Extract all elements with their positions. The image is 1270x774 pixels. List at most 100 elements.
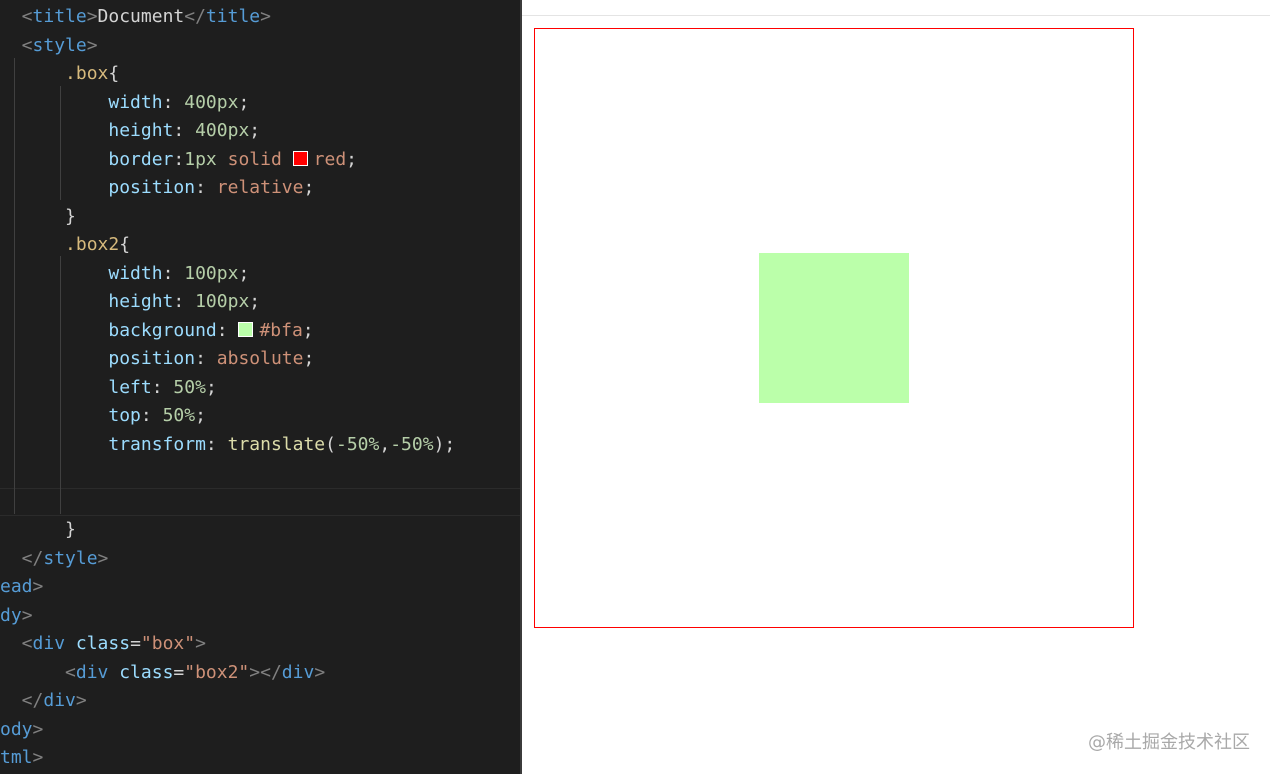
code-token: >	[32, 576, 44, 597]
code-token: Document	[97, 6, 185, 27]
code-token: 1px	[184, 148, 217, 170]
code-token: #bfa	[259, 319, 303, 341]
code-token: ></	[249, 661, 282, 683]
code-line[interactable]: tml>	[0, 744, 43, 772]
code-line[interactable]: <style>	[0, 32, 98, 60]
preview-top-bar	[522, 0, 1270, 16]
code-token: border	[108, 148, 174, 170]
code-line[interactable]: left: 50%;	[0, 374, 217, 402]
code-token: >	[195, 633, 206, 654]
code-line[interactable]: border:1px solid red;	[0, 146, 357, 174]
code-line[interactable]: <title>Document</title>	[0, 3, 271, 31]
code-token: div	[43, 690, 76, 711]
code-token: style	[43, 547, 98, 569]
code-token: ;	[302, 319, 314, 341]
code-line[interactable]: top: 50%;	[0, 402, 206, 430]
code-token: =	[130, 633, 141, 654]
code-token: ;	[249, 120, 261, 141]
code-token: div	[32, 633, 66, 654]
code-token: width	[108, 262, 163, 284]
code-token: :	[173, 120, 196, 141]
code-token: background	[108, 319, 217, 341]
code-token: >	[97, 547, 109, 569]
code-token: :	[205, 433, 228, 455]
code-line[interactable]: </div>	[0, 687, 87, 715]
code-token: }	[65, 519, 76, 540]
code-line[interactable]: <div class="box2"></div>	[0, 659, 325, 687]
box2-element	[759, 253, 909, 403]
code-token: position	[108, 177, 196, 198]
code-token: :	[173, 291, 196, 312]
code-token: left	[108, 376, 152, 398]
code-line[interactable]: position: absolute;	[0, 345, 314, 373]
code-token: translate	[227, 433, 326, 455]
code-token: :	[140, 405, 163, 426]
code-token: class	[75, 633, 131, 654]
code-token: -50%	[390, 433, 434, 455]
code-token: 100px	[184, 262, 239, 284]
code-token: div	[75, 661, 109, 683]
code-token: :	[173, 148, 185, 170]
box-element	[534, 28, 1134, 628]
code-token: </	[184, 6, 206, 27]
code-token: }	[65, 205, 76, 227]
code-token: "box"	[140, 633, 196, 654]
code-token: ead	[0, 576, 33, 597]
code-token: -50%	[336, 433, 380, 455]
code-token: relative	[216, 177, 304, 198]
code-line[interactable]: }	[0, 516, 76, 544]
code-token: class	[119, 661, 174, 683]
code-line[interactable]: width: 400px;	[0, 89, 249, 117]
code-line[interactable]: width: 100px;	[0, 260, 249, 288]
color-swatch[interactable]	[292, 150, 308, 166]
code-token: </	[0, 690, 44, 711]
code-line[interactable]: ead>	[0, 573, 43, 601]
code-token: position	[108, 348, 196, 369]
code-token: );	[433, 433, 456, 455]
code-line[interactable]: height: 100px;	[0, 288, 260, 316]
code-token: .box2	[65, 234, 120, 255]
code-line[interactable]: background: #bfa;	[0, 317, 314, 345]
code-token: ;	[303, 177, 315, 198]
code-line[interactable]: .box{	[0, 60, 119, 88]
code-token: <	[0, 34, 33, 56]
code-token: :	[195, 177, 217, 198]
code-token: {	[119, 234, 131, 255]
code-line[interactable]: ody>	[0, 716, 43, 744]
code-token: <	[0, 6, 33, 27]
code-token: >	[86, 34, 98, 56]
code-editor[interactable]: <title>Document</title> <style> .box{ wi…	[0, 0, 520, 774]
code-line[interactable]: }	[0, 203, 76, 231]
code-token: height	[108, 291, 174, 312]
code-line[interactable]: height: 400px;	[0, 117, 260, 145]
code-token: ;	[249, 291, 261, 312]
code-token: ody	[0, 718, 33, 740]
code-token: </	[0, 547, 44, 569]
code-line[interactable]: transform: translate(-50%,-50%);	[0, 431, 455, 459]
code-line[interactable]: position: relative;	[0, 174, 314, 202]
code-token: ;	[205, 376, 217, 398]
code-line[interactable]: <div class="box">	[0, 630, 206, 658]
code-token: title	[205, 6, 261, 27]
code-line[interactable]: .box2{	[0, 231, 130, 259]
code-line[interactable]: dy>	[0, 602, 33, 630]
color-swatch[interactable]	[238, 321, 254, 337]
code-line[interactable]: </style>	[0, 545, 109, 573]
code-token: tml	[0, 747, 33, 768]
code-token: ;	[238, 262, 250, 284]
code-token: :	[151, 376, 174, 398]
